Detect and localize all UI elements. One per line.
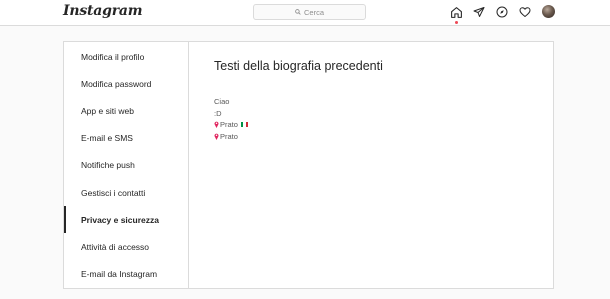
search-input[interactable]: Cerca xyxy=(253,4,366,20)
bio-entry: :D xyxy=(214,109,222,118)
home-icon[interactable] xyxy=(449,5,463,19)
sidebar-item-modifica-password[interactable]: Modifica password xyxy=(64,70,188,97)
settings-panel: Modifica il profilo Modifica password App … xyxy=(63,41,554,289)
bio-entry: Ciao xyxy=(214,97,229,106)
direct-message-icon[interactable] xyxy=(472,5,486,19)
sidebar-item-privacy-e-sicurezza[interactable]: Privacy e sicurezza xyxy=(64,206,188,234)
page-title: Testi della biografia precedenti xyxy=(214,59,383,73)
bio-entry: Prato xyxy=(214,120,248,129)
flag-stripe-red xyxy=(245,122,248,127)
sidebar-item-gestisci-i-contatti[interactable]: Gestisci i contatti xyxy=(64,179,188,206)
bio-text: :D xyxy=(214,109,222,118)
search-placeholder: Cerca xyxy=(303,7,324,17)
sidebar-item-app-e-siti-web[interactable]: App e siti web xyxy=(64,97,188,124)
profile-avatar[interactable] xyxy=(542,5,555,18)
search-icon xyxy=(295,9,301,15)
sidebar-item-e-mail-e-sms[interactable]: E-mail e SMS xyxy=(64,125,188,152)
bio-entry: Prato xyxy=(214,132,238,141)
sidebar-item-notifiche-push[interactable]: Notifiche push xyxy=(64,152,188,179)
bio-text: Ciao xyxy=(214,97,230,106)
sidebar-item-e-mail-da-instagram[interactable]: E-mail da Instagram xyxy=(64,261,188,288)
instagram-logo[interactable]: Instagram xyxy=(63,3,143,19)
sidebar-item-attivit-di-accesso[interactable]: Attività di accesso xyxy=(64,233,188,260)
pin-icon xyxy=(214,121,219,128)
pin-icon xyxy=(214,133,219,140)
bio-text: Prato xyxy=(220,120,238,129)
notification-dot xyxy=(455,21,458,24)
settings-sidebar: Modifica il profilo Modifica password App … xyxy=(64,42,189,288)
italy-flag-icon xyxy=(240,122,248,127)
top-navigation-bar: Instagram Cerca xyxy=(0,0,610,26)
explore-icon[interactable] xyxy=(495,5,509,19)
activity-heart-icon[interactable] xyxy=(518,5,532,19)
sidebar-item-modifica-il-profilo[interactable]: Modifica il profilo xyxy=(64,43,188,70)
bio-text: Prato xyxy=(220,132,238,141)
